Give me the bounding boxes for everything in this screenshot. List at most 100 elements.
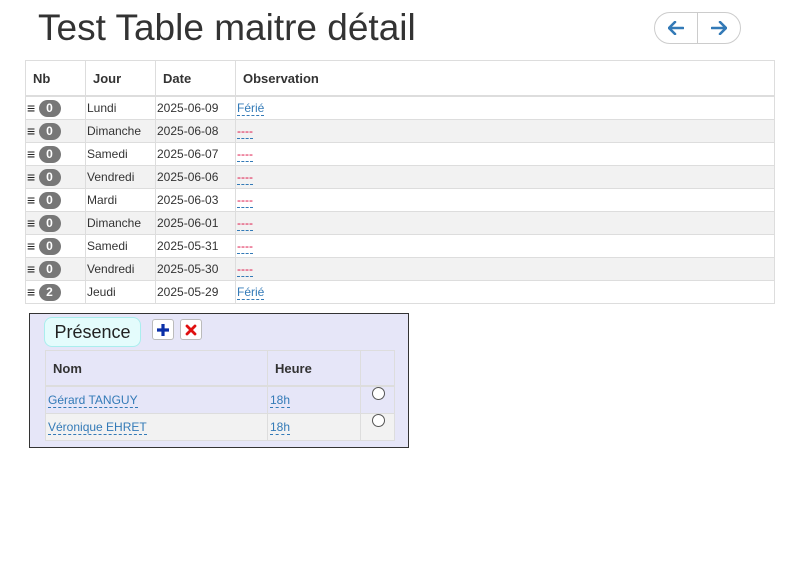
table-row[interactable]: ≡ 2 Jeudi 2025-05-29 Férié (25, 280, 775, 304)
count-badge[interactable]: 0 (38, 122, 61, 140)
menu-icon[interactable]: ≡ (27, 239, 35, 253)
observation-cell: ---- (235, 119, 775, 143)
header-heure[interactable]: Heure (267, 350, 361, 387)
header-select (360, 350, 395, 387)
table-row[interactable]: ≡ 0 Vendredi 2025-05-30 ---- (25, 257, 775, 281)
header-date[interactable]: Date (155, 60, 236, 97)
header-nom[interactable]: Nom (45, 350, 268, 387)
master-header-row: Nb Jour Date Observation (25, 60, 775, 97)
jour-cell: Dimanche (85, 211, 156, 235)
observation-link[interactable]: ---- (237, 262, 253, 277)
jour-cell: Jeudi (85, 280, 156, 304)
nb-cell: ≡ 0 (25, 234, 86, 258)
observation-cell: ---- (235, 234, 775, 258)
observation-link[interactable]: Férié (237, 101, 265, 116)
menu-icon[interactable]: ≡ (27, 193, 35, 207)
nb-cell: ≡ 0 (25, 211, 86, 235)
table-row[interactable]: ≡ 0 Samedi 2025-05-31 ---- (25, 234, 775, 258)
jour-cell: Lundi (85, 95, 156, 120)
arrow-right-icon (711, 21, 727, 35)
nb-cell: ≡ 0 (25, 257, 86, 281)
heure-link[interactable]: 18h (270, 420, 291, 435)
menu-icon[interactable]: ≡ (27, 216, 35, 230)
table-row[interactable]: ≡ 0 Vendredi 2025-06-06 ---- (25, 165, 775, 189)
observation-cell: Férié (235, 280, 775, 304)
table-row[interactable]: Véronique EHRET 18h (45, 413, 395, 441)
jour-cell: Vendredi (85, 257, 156, 281)
observation-link[interactable]: ---- (237, 170, 253, 185)
count-badge[interactable]: 0 (38, 191, 61, 209)
observation-link[interactable]: ---- (237, 216, 253, 231)
detail-table: Nom Heure Gérard TANGUY 18h Véronique EH… (45, 350, 395, 441)
observation-cell: ---- (235, 211, 775, 235)
observation-cell: Férié (235, 95, 775, 120)
table-row[interactable]: ≡ 0 Dimanche 2025-06-08 ---- (25, 119, 775, 143)
prev-button[interactable] (654, 12, 698, 44)
select-cell (360, 385, 395, 414)
date-cell: 2025-05-31 (155, 234, 236, 258)
count-badge[interactable]: 0 (38, 145, 61, 163)
table-row[interactable]: Gérard TANGUY 18h (45, 385, 395, 414)
menu-icon[interactable]: ≡ (27, 124, 35, 138)
nom-cell: Gérard TANGUY (45, 385, 268, 414)
jour-cell: Samedi (85, 142, 156, 166)
observation-cell: ---- (235, 188, 775, 212)
observation-link[interactable]: ---- (237, 239, 253, 254)
count-badge[interactable]: 0 (38, 237, 61, 255)
date-cell: 2025-06-07 (155, 142, 236, 166)
count-badge[interactable]: 0 (38, 260, 61, 278)
menu-icon[interactable]: ≡ (27, 147, 35, 161)
nb-cell: ≡ 0 (25, 95, 86, 120)
date-cell: 2025-05-29 (155, 280, 236, 304)
observation-link[interactable]: Férié (237, 285, 265, 300)
menu-icon[interactable]: ≡ (27, 262, 35, 276)
observation-cell: ---- (235, 257, 775, 281)
pager-nav (654, 12, 741, 44)
heure-cell: 18h (267, 385, 361, 414)
count-badge[interactable]: 2 (38, 283, 61, 301)
nb-cell: ≡ 0 (25, 165, 86, 189)
observation-link[interactable]: ---- (237, 124, 253, 139)
count-badge[interactable]: 0 (38, 99, 61, 117)
count-badge[interactable]: 0 (38, 214, 61, 232)
date-cell: 2025-06-08 (155, 119, 236, 143)
row-radio[interactable] (372, 414, 385, 427)
menu-icon[interactable]: ≡ (27, 101, 35, 115)
presence-tab[interactable]: Présence (44, 317, 141, 347)
nom-link[interactable]: Véronique EHRET (48, 420, 147, 435)
next-button[interactable] (697, 12, 741, 44)
table-row[interactable]: ≡ 0 Samedi 2025-06-07 ---- (25, 142, 775, 166)
header-jour[interactable]: Jour (85, 60, 156, 97)
add-button[interactable] (152, 319, 174, 340)
page-title: Test Table maitre détail (38, 7, 416, 48)
heure-link[interactable]: 18h (270, 393, 291, 408)
table-row[interactable]: ≡ 0 Mardi 2025-06-03 ---- (25, 188, 775, 212)
jour-cell: Dimanche (85, 119, 156, 143)
menu-icon[interactable]: ≡ (27, 285, 35, 299)
date-cell: 2025-06-06 (155, 165, 236, 189)
select-cell (360, 413, 395, 441)
table-row[interactable]: ≡ 0 Dimanche 2025-06-01 ---- (25, 211, 775, 235)
date-cell: 2025-05-30 (155, 257, 236, 281)
header-observation[interactable]: Observation (235, 60, 775, 97)
count-badge[interactable]: 0 (38, 168, 61, 186)
nb-cell: ≡ 0 (25, 142, 86, 166)
delete-button[interactable] (180, 319, 202, 340)
date-cell: 2025-06-03 (155, 188, 236, 212)
header-nb[interactable]: Nb (25, 60, 86, 97)
jour-cell: Mardi (85, 188, 156, 212)
nom-cell: Véronique EHRET (45, 413, 268, 441)
plus-icon (157, 323, 169, 336)
nom-link[interactable]: Gérard TANGUY (48, 393, 138, 408)
observation-link[interactable]: ---- (237, 147, 253, 162)
row-radio[interactable] (372, 387, 385, 400)
nb-cell: ≡ 0 (25, 119, 86, 143)
menu-icon[interactable]: ≡ (27, 170, 35, 184)
master-table: Nb Jour Date Observation ≡ 0 Lundi 2025-… (25, 60, 775, 304)
nb-cell: ≡ 0 (25, 188, 86, 212)
table-row[interactable]: ≡ 0 Lundi 2025-06-09 Férié (25, 95, 775, 120)
jour-cell: Vendredi (85, 165, 156, 189)
detail-header-row: Nom Heure (45, 350, 395, 387)
observation-link[interactable]: ---- (237, 193, 253, 208)
date-cell: 2025-06-01 (155, 211, 236, 235)
